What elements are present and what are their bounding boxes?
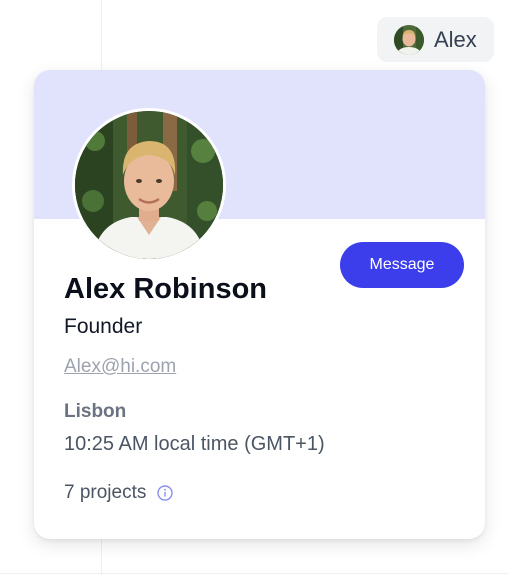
profile-name: Alex Robinson [64, 273, 268, 305]
profile-email-link[interactable]: Alex@hi.com [64, 356, 176, 378]
user-avatar-small [394, 24, 424, 55]
profile-location: Lisbon [64, 401, 127, 422]
profile-avatar [72, 108, 226, 262]
message-button[interactable]: Message [340, 242, 464, 288]
profile-role: Founder [64, 315, 143, 338]
profile-projects: 7 projects [64, 482, 174, 504]
profile-card: Message Alex Robinson Founder Alex@hi.co… [34, 70, 485, 539]
user-chip-name: Alex [434, 26, 477, 52]
user-chip[interactable]: Alex [377, 17, 494, 62]
profile-local-time: 10:25 AM local time (GMT+1) [64, 433, 325, 455]
layout-guide-line-bottom [0, 573, 508, 574]
projects-count: 7 projects [64, 482, 147, 503]
info-icon[interactable] [157, 485, 174, 501]
